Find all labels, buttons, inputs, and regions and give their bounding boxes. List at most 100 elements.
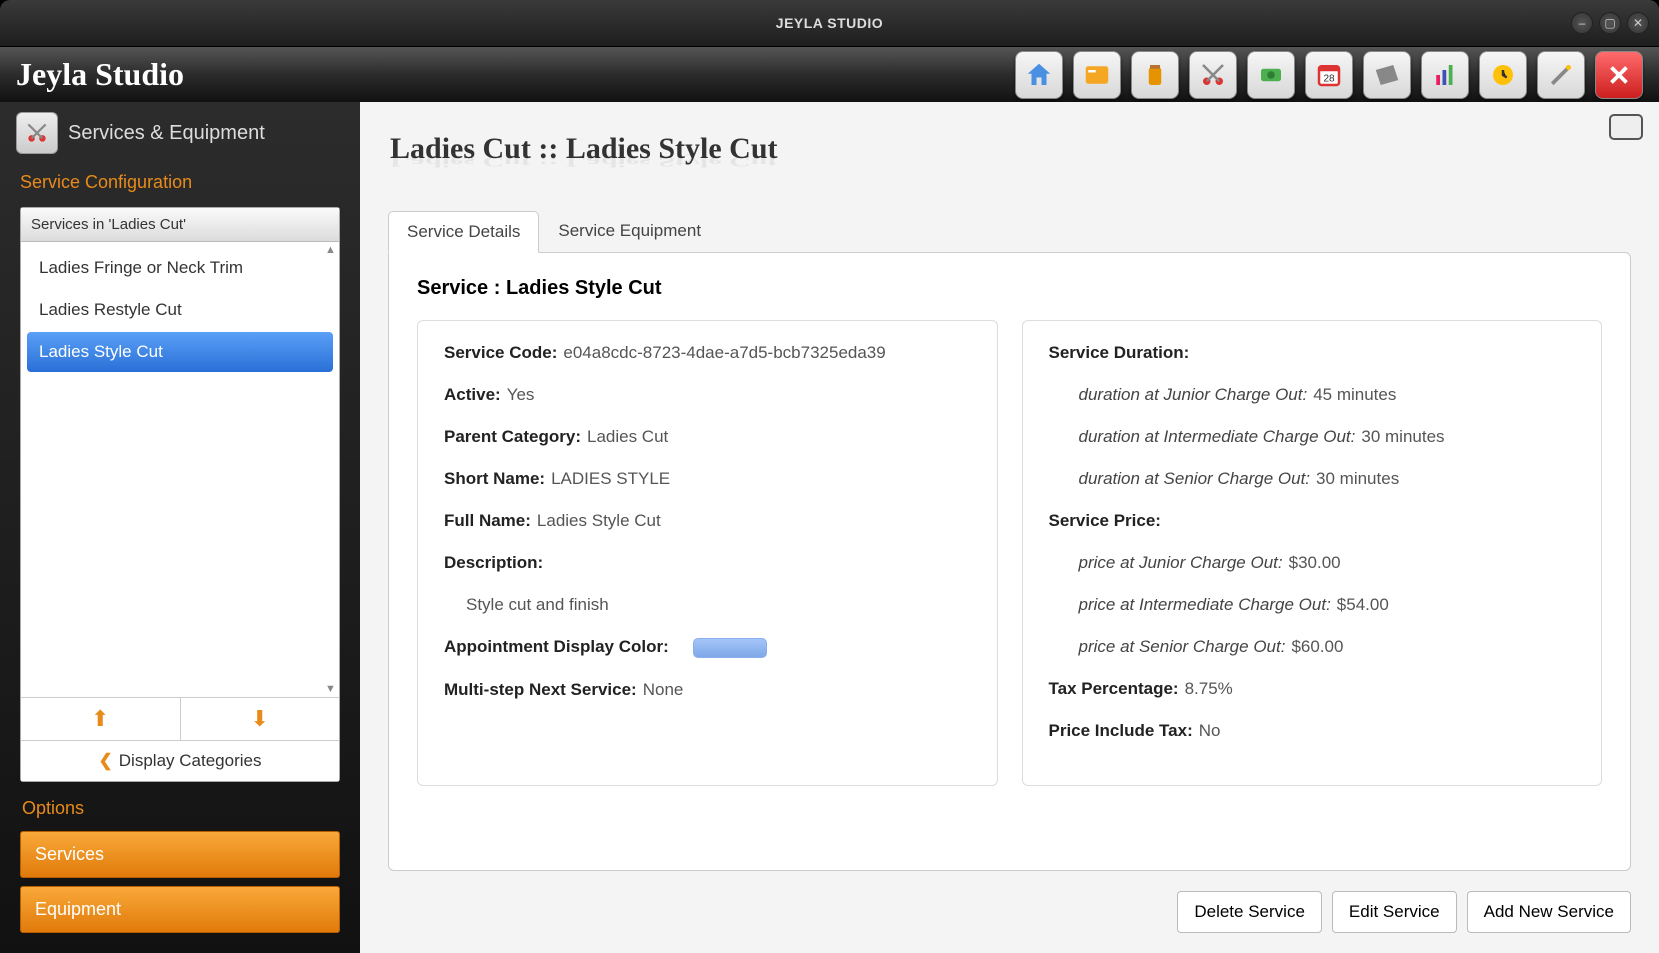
include-tax-value: No	[1199, 721, 1221, 740]
price-label: Service Price:	[1049, 511, 1161, 530]
app-header: Jeyla Studio 28	[0, 46, 1659, 102]
tab-service-equipment[interactable]: Service Equipment	[539, 210, 720, 252]
move-down-button[interactable]: ⬇	[181, 698, 340, 740]
services-list-panel: Services in 'Ladies Cut' ▲ Ladies Fringe…	[20, 207, 340, 782]
detail-right-column: Service Duration: duration at Junior Cha…	[1022, 320, 1603, 786]
display-categories-label: Display Categories	[119, 751, 262, 770]
multistep-value: None	[643, 680, 684, 699]
active-value: Yes	[507, 385, 535, 404]
price-junior-value: $30.00	[1289, 553, 1341, 572]
home-icon	[1024, 60, 1054, 90]
delete-service-button[interactable]: Delete Service	[1177, 891, 1322, 933]
description-value: Style cut and finish	[466, 595, 609, 614]
tab-service-details[interactable]: Service Details	[388, 211, 539, 253]
chevron-left-icon: ❮	[99, 751, 113, 770]
titlebar: JEYLA STUDIO – ▢ ✕	[0, 0, 1659, 46]
arrow-down-icon: ⬇	[251, 706, 269, 731]
tax-label: Tax Percentage:	[1049, 679, 1179, 698]
services-button[interactable]	[1189, 51, 1237, 99]
service-code-value: e04a8cdc-8723-4dae-a7d5-bcb7325eda39	[563, 343, 885, 362]
time-button[interactable]	[1479, 51, 1527, 99]
short-name-value: LADIES STYLE	[551, 469, 670, 488]
settings-button[interactable]	[1537, 51, 1585, 99]
sidebar-header: Services & Equipment	[0, 102, 360, 164]
close-window-button[interactable]: ✕	[1627, 12, 1649, 34]
sidebar-section-icon	[16, 112, 58, 154]
reports-button[interactable]	[1421, 51, 1469, 99]
price-senior-value: $60.00	[1291, 637, 1343, 656]
duration-senior-label: duration at Senior Charge Out:	[1079, 469, 1311, 488]
parent-category-label: Parent Category:	[444, 427, 581, 446]
price-intermediate-label: price at Intermediate Charge Out:	[1079, 595, 1331, 614]
minimize-button[interactable]: –	[1571, 12, 1593, 34]
close-icon	[1604, 60, 1634, 90]
maximize-button[interactable]: ▢	[1599, 12, 1621, 34]
tab-bar: Service Details Service Equipment	[360, 210, 1659, 252]
edit-service-button[interactable]: Edit Service	[1332, 891, 1457, 933]
list-item[interactable]: Ladies Restyle Cut	[27, 290, 333, 330]
service-heading-name: Ladies Style Cut	[506, 277, 662, 299]
calendar-button[interactable]: 28	[1305, 51, 1353, 99]
appointment-color-label: Appointment Display Color:	[444, 637, 669, 656]
list-item[interactable]: Ladies Style Cut	[27, 332, 333, 372]
sidebar-title: Services & Equipment	[68, 122, 265, 145]
description-label: Description:	[444, 553, 543, 572]
full-name-label: Full Name:	[444, 511, 531, 530]
price-intermediate-value: $54.00	[1337, 595, 1389, 614]
service-heading: Service : Ladies Style Cut	[417, 277, 1602, 300]
clients-button[interactable]	[1073, 51, 1121, 99]
svg-text:28: 28	[1323, 73, 1335, 84]
parent-category-value: Ladies Cut	[587, 427, 668, 446]
tickets-button[interactable]	[1363, 51, 1411, 99]
detail-left-column: Service Code:e04a8cdc-8723-4dae-a7d5-bcb…	[417, 320, 998, 786]
full-name-value: Ladies Style Cut	[537, 511, 661, 530]
exit-button[interactable]	[1595, 51, 1643, 99]
scroll-down-arrow[interactable]: ▼	[325, 683, 337, 695]
price-senior-label: price at Senior Charge Out:	[1079, 637, 1286, 656]
multistep-label: Multi-step Next Service:	[444, 680, 637, 699]
option-services-button[interactable]: Services	[20, 831, 340, 878]
sidebar: Services & Equipment Service Configurati…	[0, 102, 360, 953]
finance-button[interactable]	[1247, 51, 1295, 99]
jar-icon	[1140, 60, 1170, 90]
clock-icon	[1488, 60, 1518, 90]
app-body: Services & Equipment Service Configurati…	[0, 102, 1659, 953]
display-categories-button[interactable]: ❮ Display Categories	[21, 740, 339, 781]
main-toolbar: 28	[1015, 51, 1643, 99]
reorder-bar: ⬆ ⬇	[21, 697, 339, 740]
service-heading-prefix: Service :	[417, 277, 506, 299]
window-title: JEYLA STUDIO	[776, 15, 883, 31]
service-details-panel: Service : Ladies Style Cut Service Code:…	[388, 252, 1631, 871]
active-label: Active:	[444, 385, 501, 404]
app-brand: Jeyla Studio	[16, 56, 1015, 93]
home-button[interactable]	[1015, 51, 1063, 99]
window-controls: – ▢ ✕	[1571, 12, 1649, 34]
app-window: JEYLA STUDIO – ▢ ✕ Jeyla Studio 28	[0, 0, 1659, 953]
duration-junior-value: 45 minutes	[1313, 385, 1396, 404]
detail-columns: Service Code:e04a8cdc-8723-4dae-a7d5-bcb…	[417, 320, 1602, 786]
scissors-icon	[1198, 60, 1228, 90]
options-label: Options	[0, 782, 360, 827]
option-equipment-button[interactable]: Equipment	[20, 886, 340, 933]
include-tax-label: Price Include Tax:	[1049, 721, 1193, 740]
services-list[interactable]: ▲ Ladies Fringe or Neck Trim Ladies Rest…	[21, 242, 339, 697]
keyboard-icon[interactable]	[1609, 114, 1643, 140]
page-title-reflection: Ladies Cut :: Ladies Style Cut	[360, 153, 1659, 170]
scroll-up-arrow[interactable]: ▲	[325, 244, 337, 256]
move-up-button[interactable]: ⬆	[21, 698, 181, 740]
duration-junior-label: duration at Junior Charge Out:	[1079, 385, 1308, 404]
list-item[interactable]: Ladies Fringe or Neck Trim	[27, 248, 333, 288]
card-icon	[1082, 60, 1112, 90]
main-content: Ladies Cut :: Ladies Style Cut Ladies Cu…	[360, 102, 1659, 953]
duration-intermediate-label: duration at Intermediate Charge Out:	[1079, 427, 1356, 446]
money-icon	[1256, 60, 1286, 90]
arrow-up-icon: ⬆	[91, 706, 109, 731]
scissors-icon	[24, 120, 50, 146]
tax-value: 8.75%	[1185, 679, 1233, 698]
price-junior-label: price at Junior Charge Out:	[1079, 553, 1283, 572]
products-button[interactable]	[1131, 51, 1179, 99]
section-service-config-label: Service Configuration	[0, 164, 360, 201]
duration-senior-value: 30 minutes	[1316, 469, 1399, 488]
add-new-service-button[interactable]: Add New Service	[1467, 891, 1631, 933]
services-list-header: Services in 'Ladies Cut'	[21, 208, 339, 242]
